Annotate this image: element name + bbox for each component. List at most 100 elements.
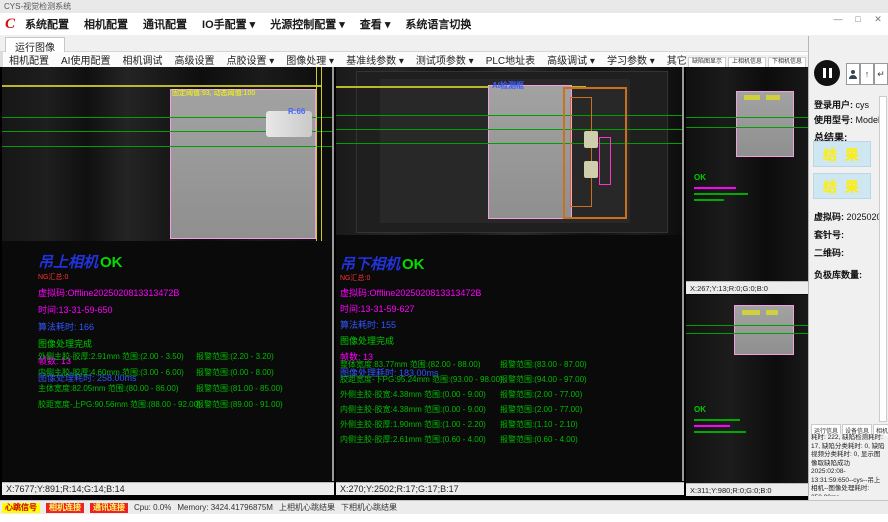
tab-defect-image[interactable]: 缺陷图显示	[688, 57, 726, 67]
reference-line	[336, 129, 682, 130]
menu-system-config[interactable]: 系统配置	[25, 16, 69, 32]
thumb2-coordinate-bar: X:311;Y:980;R:0;G:0;B:0	[686, 483, 808, 496]
ng-summary: NG汇总:0	[38, 272, 179, 282]
toolbar-glue-settings[interactable]: 点胶设置 ▾	[220, 52, 280, 67]
reference-line	[686, 333, 808, 334]
menu-view[interactable]: 查看 ▾	[360, 16, 391, 32]
toolbar-camera-config[interactable]: 相机配置	[3, 52, 55, 67]
thumbnail-panel[interactable]: OK X:267;Y:13;R:0;G:0;B:0 OK	[686, 67, 808, 481]
upper-camera-heartbeat-text: 上相机心跳结果	[279, 502, 335, 513]
maximize-icon[interactable]: □	[852, 14, 864, 25]
measurement-value: 整体宽度:83.77mm 范围:(82.00 - 88.00)	[340, 360, 481, 369]
menu-light-config[interactable]: 光源控制配置 ▾	[270, 16, 345, 32]
left-camera-view[interactable]: 固定阈值:93, 动态阈值:100 R:66 吊上相机OK NG汇总:0 虚拟码…	[2, 67, 334, 481]
return-button[interactable]: ↵	[874, 63, 888, 85]
alarm-range: 报警范围:(2.00 - 77.00)	[500, 404, 582, 415]
menu-language-switch[interactable]: 系统语言切换	[405, 16, 471, 32]
toolbar-image-processing[interactable]: 图像处理 ▾	[280, 52, 340, 67]
right-sidebar: ↑ ↵ 登录用户: cys 使用型号: Model1 总结果: 结 果 结 果 …	[808, 36, 888, 500]
virtual-code-label: 虚拟码:	[814, 212, 844, 222]
sidebar-scrollbar[interactable]	[879, 96, 887, 422]
model-row: 使用型号: Model1	[814, 113, 885, 126]
arrow-up-icon: ↑	[865, 69, 870, 79]
return-arrow-icon: ↵	[877, 69, 885, 80]
measurement-row: 外侧主胶-胶宽:4.38mm 范围:(0.00 - 9.00) 报警范围:(2.…	[340, 389, 680, 400]
stock-count-label: 负极库数量:	[814, 268, 862, 281]
thumb1-coordinate-bar: X:267;Y:13;R:0;G:0;B:0	[686, 281, 808, 294]
measurement-value: 内侧主胶-胶宽:4.38mm 范围:(0.00 - 9.00)	[340, 405, 486, 414]
window-title: CYS-视觉检测系统	[4, 2, 71, 11]
left-result-block: 吊上相机OK NG汇总:0 虚拟码:Offline202502081331347…	[38, 255, 179, 384]
mini-text-line	[694, 419, 740, 421]
menu-comm-config[interactable]: 通讯配置	[143, 16, 187, 32]
measurement-value: 外侧主胶-胶厚:2.91mm 范围:(2.00 - 3.50)	[38, 352, 184, 361]
heartbeat-badge: 心跳信号	[2, 503, 40, 513]
mini-text-line	[694, 199, 724, 201]
toolbar-learning-params[interactable]: 学习参数 ▾	[601, 52, 661, 67]
toolbar-plc-address-table[interactable]: PLC地址表	[480, 52, 541, 67]
measurement-row: 内侧主胶-胶厚:4.60mm 范围:(3.00 - 6.00) 报警范围:(0.…	[38, 367, 332, 378]
middle-camera-view[interactable]: AI检测框 吊下相机OK NG汇总:0 虚拟码:Offline202502081…	[336, 67, 684, 481]
status-bar: 心跳信号 相机连接 通讯连接 Cpu: 0.0% Memory: 3424.41…	[0, 500, 888, 514]
upload-button[interactable]: ↑	[860, 63, 874, 85]
product-region-box	[736, 91, 794, 157]
qr-code-label: 二维码:	[814, 246, 844, 259]
window-controls: — □ ✕	[832, 14, 884, 25]
menu-bar: C 系统配置 相机配置 通讯配置 IO手配置 ▾ 光源控制配置 ▾ 查看 ▾ 系…	[0, 13, 888, 35]
measurement-row: 外侧主胶-胶厚:1.90mm 范围:(1.00 - 2.20) 报警范围:(1.…	[340, 419, 680, 430]
camera-result-title: 吊下相机OK	[340, 257, 481, 273]
measurement-row: 胶距宽度-下PG:95.24mm 范围:(93.00 - 98.00) 报警范围…	[340, 374, 680, 385]
tab-upper-camera-info[interactable]: 上相机信息	[728, 57, 766, 67]
result-box-upper: 结 果	[813, 141, 871, 167]
measurement-value: 胶距宽度-上PG:90.56mm 范围:(88.00 - 92.00)	[38, 400, 201, 409]
measurement-value: 内侧主胶-胶厚:2.61mm 范围:(0.60 - 4.00)	[340, 435, 486, 444]
left-coordinate-bar: X:7677;Y:891;R:14;G:14;B:14	[2, 482, 334, 495]
run-log-text[interactable]: 耗时: 222, 缺陷检测耗时: 17, 缺陷分类耗时: 0, 缺陷视频分类耗时…	[811, 434, 885, 496]
login-user-label: 登录用户:	[814, 100, 853, 110]
ng-summary: NG汇总:0	[340, 273, 481, 283]
alarm-range: 报警范围:(2.20 - 3.20)	[196, 351, 274, 362]
value-chip	[742, 310, 760, 315]
menu-camera-config[interactable]: 相机配置	[84, 16, 128, 32]
app-window: CYS-视觉检测系统 C 系统配置 相机配置 通讯配置 IO手配置 ▾ 光源控制…	[0, 0, 888, 522]
processing-done-line: 图像处理完成	[340, 334, 481, 347]
window-titlebar[interactable]: CYS-视觉检测系统	[0, 0, 888, 13]
toolbar-camera-debug[interactable]: 相机调试	[116, 52, 168, 67]
minimize-icon[interactable]: —	[832, 14, 844, 25]
processing-done-line: 图像处理完成	[38, 337, 179, 350]
thumb2-ok-text: OK	[694, 405, 706, 414]
toolbar-test-item-params[interactable]: 测试项参数 ▾	[410, 52, 480, 67]
pause-icon	[823, 68, 826, 78]
measurement-value: 主体宽度:82.05mm 范围:(80.00 - 86.00)	[38, 384, 179, 393]
needle-label: 套针号:	[814, 228, 844, 241]
ai-detect-inner-box	[570, 97, 592, 207]
alarm-range: 报警范围:(89.00 - 91.00)	[196, 399, 283, 410]
toolbar-baseline-params[interactable]: 基准线参数 ▾	[340, 52, 410, 67]
user-button[interactable]	[846, 63, 860, 85]
mini-text-line	[694, 187, 736, 189]
alarm-range: 报警范围:(1.10 - 2.10)	[500, 419, 578, 430]
camera-result-title: 吊上相机OK	[38, 255, 179, 271]
menu-io-config[interactable]: IO手配置 ▾	[202, 16, 255, 32]
value-chip	[766, 95, 780, 100]
tab-lower-camera-info[interactable]: 下相机信息	[768, 57, 806, 67]
toolbar-advanced-settings[interactable]: 高级设置	[168, 52, 220, 67]
status-ok: OK	[100, 254, 123, 271]
close-icon[interactable]: ✕	[872, 14, 884, 25]
virtual-code-line: 虚拟码:Offline2025020813313472B	[340, 286, 481, 299]
alarm-range: 报警范围:(83.00 - 87.00)	[500, 359, 587, 370]
edge-line	[321, 67, 322, 241]
login-user-row: 登录用户: cys	[814, 98, 869, 111]
highlight-spot	[584, 161, 598, 178]
toolbar-advanced-debug[interactable]: 高级调试 ▾	[541, 52, 601, 67]
measurement-row: 主体宽度:82.05mm 范围:(80.00 - 86.00) 报警范围:(81…	[38, 383, 332, 394]
algo-time-line: 算法耗时: 155	[340, 318, 481, 331]
reference-line	[336, 115, 682, 116]
measurement-value: 外侧主胶-胶宽:4.38mm 范围:(0.00 - 9.00)	[340, 390, 486, 399]
lower-camera-heartbeat-text: 下相机心跳结果	[341, 502, 397, 513]
pause-button[interactable]	[814, 60, 840, 86]
virtual-code-line: 虚拟码:Offline2025020813313472B	[38, 286, 179, 299]
mini-text-line	[694, 193, 748, 195]
measurement-row: 胶距宽度-上PG:90.56mm 范围:(88.00 - 92.00) 报警范围…	[38, 399, 332, 410]
toolbar-ai-use-config[interactable]: AI使用配置	[55, 52, 116, 67]
